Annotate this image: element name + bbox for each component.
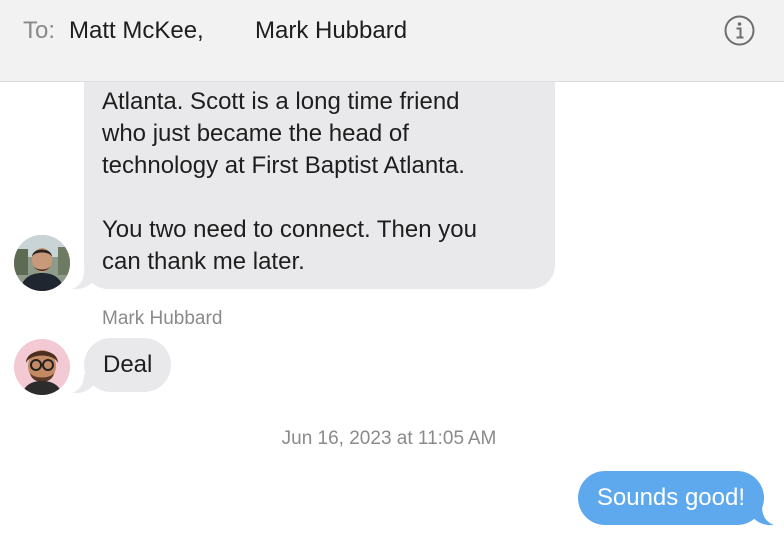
message-bubble-incoming[interactable]: Atlanta. Scott is a long time friend who… [84, 50, 555, 289]
to-label: To: [23, 17, 56, 44]
message-text: Deal [103, 351, 153, 378]
message-line: who just became the head of [102, 120, 409, 147]
message-timestamp: Jun 16, 2023 at 11:05 AM [281, 428, 497, 449]
message-line: technology at First Baptist Atlanta. [102, 152, 465, 179]
bubble-tail-icon [752, 506, 774, 526]
bubble-tail-icon [72, 270, 94, 290]
messages-window: Atlanta. Scott is a long time friend who… [0, 0, 784, 552]
message-line: Atlanta. Scott is a long time friend [102, 88, 460, 115]
info-circle-icon[interactable] [724, 15, 755, 46]
recipient-name[interactable]: Matt McKee, [69, 17, 204, 45]
conversation-header: To: Matt McKee, Mark Hubbard [0, 0, 784, 82]
message-bubble-incoming[interactable]: Deal [84, 338, 172, 392]
recipient-name[interactable]: Mark Hubbard [255, 17, 407, 45]
avatar[interactable] [14, 235, 70, 291]
message-bubble-outgoing[interactable]: Sounds good! [577, 471, 764, 525]
bubble-tail-icon [72, 374, 94, 394]
message-paragraph-gap [102, 182, 555, 214]
message-line: You two need to connect. Then you [102, 216, 477, 243]
message-text: Sounds good! [596, 484, 745, 511]
message-line: can thank me later. [102, 248, 305, 275]
avatar[interactable] [14, 339, 70, 395]
sender-name: Mark Hubbard [102, 308, 223, 329]
